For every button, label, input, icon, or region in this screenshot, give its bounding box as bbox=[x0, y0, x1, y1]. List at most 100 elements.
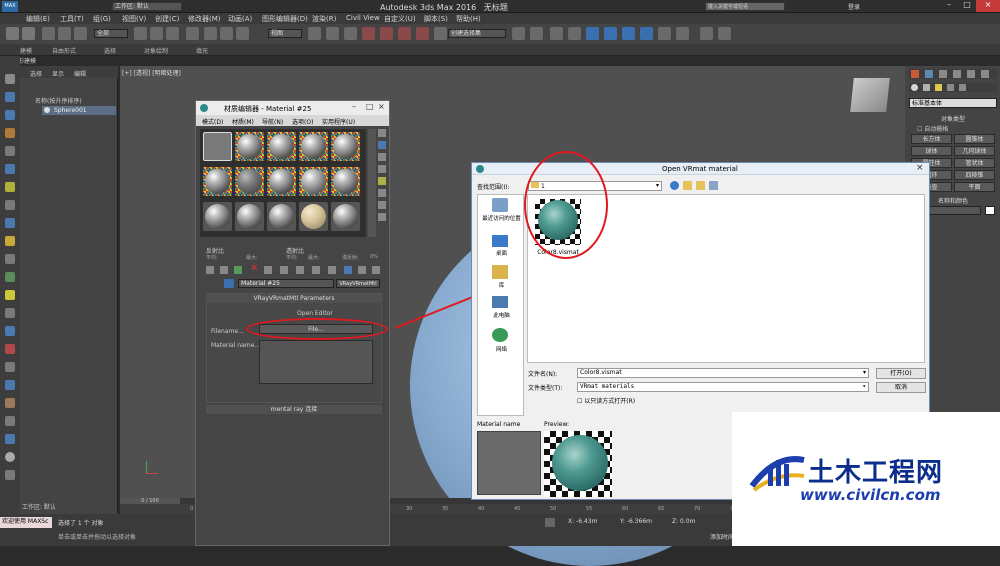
backlight-icon[interactable] bbox=[378, 141, 386, 149]
rotate-icon[interactable] bbox=[220, 27, 233, 40]
show-in-viewport-icon[interactable] bbox=[328, 266, 336, 274]
graphite-icon[interactable] bbox=[568, 27, 581, 40]
nav-recent[interactable]: 最近访问的位置 bbox=[479, 214, 524, 222]
modify-tab-icon[interactable] bbox=[925, 70, 933, 78]
me-menu-options[interactable]: 选项(O) bbox=[292, 117, 313, 126]
tool-icon[interactable] bbox=[5, 308, 15, 318]
shapes-icon[interactable] bbox=[923, 84, 930, 91]
menu-tools[interactable]: 工具(T) bbox=[60, 14, 84, 24]
cancel-button[interactable]: 取消 bbox=[876, 382, 926, 393]
tool-icon[interactable] bbox=[5, 218, 15, 228]
material-sample-slot[interactable] bbox=[267, 132, 296, 161]
motion-tab-icon[interactable] bbox=[953, 70, 961, 78]
vray-frame-icon[interactable] bbox=[718, 27, 731, 40]
nav-this-pc[interactable]: 此电脑 bbox=[479, 311, 524, 319]
libraries-icon[interactable] bbox=[492, 265, 508, 279]
menu-views[interactable]: 视图(V) bbox=[122, 14, 146, 24]
tool-icon[interactable] bbox=[5, 164, 15, 174]
scene-tab-edit[interactable]: 编辑 bbox=[74, 69, 86, 78]
app-logo[interactable]: MAX bbox=[2, 1, 18, 12]
me-menu-navigation[interactable]: 导航(N) bbox=[262, 117, 283, 126]
video-check-icon[interactable] bbox=[378, 177, 386, 185]
render-frame-icon[interactable] bbox=[658, 27, 671, 40]
tool-icon[interactable] bbox=[5, 236, 15, 246]
material-sample-slot[interactable] bbox=[331, 167, 360, 196]
tool-icon[interactable] bbox=[5, 470, 15, 480]
material-sample-slot[interactable] bbox=[267, 167, 296, 196]
go-sibling-icon[interactable] bbox=[372, 266, 380, 274]
scene-object-row[interactable]: Sphere001 bbox=[42, 106, 116, 115]
curve-editor-icon[interactable] bbox=[586, 27, 599, 40]
tool-icon[interactable] bbox=[5, 254, 15, 264]
menu-edit[interactable]: 编辑(E) bbox=[26, 14, 50, 24]
reference-coord-dropdown[interactable]: 视图 bbox=[268, 29, 302, 38]
material-id-icon[interactable] bbox=[312, 266, 320, 274]
tool-icon[interactable] bbox=[5, 200, 15, 210]
display-tab-icon[interactable] bbox=[967, 70, 975, 78]
tool-icon[interactable] bbox=[5, 452, 15, 462]
material-sample-slot[interactable] bbox=[235, 167, 264, 196]
back-icon[interactable] bbox=[670, 181, 679, 190]
scene-tab-select[interactable]: 选择 bbox=[30, 69, 42, 78]
scene-column-header[interactable]: 名称(按升序排序) bbox=[35, 96, 82, 105]
align-icon[interactable] bbox=[530, 27, 543, 40]
menu-create[interactable]: 创建(C) bbox=[155, 14, 179, 24]
snap-icon[interactable] bbox=[362, 27, 375, 40]
percent-snap-icon[interactable] bbox=[398, 27, 411, 40]
helpers-icon[interactable] bbox=[959, 84, 966, 91]
angle-snap-icon[interactable] bbox=[380, 27, 393, 40]
recent-places-icon[interactable] bbox=[492, 198, 508, 212]
nav-libraries[interactable]: 库 bbox=[479, 281, 524, 289]
get-material-icon[interactable] bbox=[206, 266, 214, 274]
minimize-button[interactable]: – bbox=[940, 0, 958, 12]
geometry-icon[interactable] bbox=[911, 84, 918, 91]
menu-rendering[interactable]: 渲染(R) bbox=[312, 14, 336, 24]
close-button[interactable]: × bbox=[976, 0, 1000, 12]
select-by-material-icon[interactable] bbox=[378, 213, 386, 221]
vray-icon[interactable] bbox=[700, 27, 713, 40]
minimize-icon[interactable]: – bbox=[352, 102, 356, 111]
menu-group[interactable]: 组(G) bbox=[93, 14, 111, 24]
sample-type-icon[interactable] bbox=[378, 129, 386, 137]
named-selection-dropdown[interactable]: 创建选择集 bbox=[448, 29, 506, 38]
coord-y[interactable]: Y: -6.366m bbox=[620, 518, 652, 525]
object-type-header[interactable]: 对象类型 bbox=[909, 114, 997, 123]
menu-help[interactable]: 帮助(H) bbox=[456, 14, 481, 24]
menu-animation[interactable]: 动画(A) bbox=[228, 14, 252, 24]
tool-icon[interactable] bbox=[5, 380, 15, 390]
tool-icon[interactable] bbox=[5, 92, 15, 102]
material-sample-slot[interactable] bbox=[203, 202, 232, 231]
object-color-swatch[interactable] bbox=[985, 206, 995, 215]
material-sample-slot[interactable] bbox=[299, 167, 328, 196]
filename-input[interactable]: Color8.vismat ▾ bbox=[577, 368, 869, 378]
scene-tab-display[interactable]: 显示 bbox=[52, 69, 64, 78]
keyboard-shortcut-icon[interactable] bbox=[344, 27, 357, 40]
tool-icon[interactable] bbox=[5, 146, 15, 156]
view-menu-icon[interactable] bbox=[709, 181, 718, 190]
create-tab-icon[interactable] bbox=[911, 70, 919, 78]
menu-graph-editors[interactable]: 图形编辑器(D) bbox=[262, 14, 308, 24]
unlink-icon[interactable] bbox=[58, 27, 71, 40]
autogrid-checkbox[interactable]: ☐ 自动栅格 bbox=[917, 124, 948, 133]
box-button[interactable]: 长方体 bbox=[911, 134, 952, 144]
material-sample-slot[interactable] bbox=[267, 202, 296, 231]
tool-icon[interactable] bbox=[5, 182, 15, 192]
pyramid-button[interactable]: 四棱锥 bbox=[954, 170, 995, 180]
plane-button[interactable]: 平面 bbox=[954, 182, 995, 192]
rollout-header[interactable]: VRayVRmatMtl Parameters bbox=[207, 294, 381, 303]
lock-icon[interactable] bbox=[545, 518, 555, 527]
material-sample-slot[interactable] bbox=[331, 132, 360, 161]
material-editor-icon[interactable] bbox=[622, 27, 635, 40]
up-folder-icon[interactable] bbox=[683, 181, 692, 190]
tool-icon[interactable] bbox=[5, 362, 15, 372]
geosphere-button[interactable]: 几何球体 bbox=[954, 146, 995, 156]
close-icon[interactable]: × bbox=[916, 163, 924, 173]
readonly-checkbox[interactable]: ☐ 以只读方式打开(R) bbox=[577, 396, 635, 405]
network-icon[interactable] bbox=[492, 328, 508, 342]
open-editor-button[interactable]: Open Editor bbox=[297, 310, 333, 317]
selection-filter-dropdown[interactable]: 全部 bbox=[94, 29, 128, 38]
nav-desktop[interactable]: 桌面 bbox=[479, 249, 524, 257]
cameras-icon[interactable] bbox=[947, 84, 954, 91]
ribbon-tab-modeling[interactable]: 建模 bbox=[20, 46, 32, 55]
tool-icon[interactable] bbox=[5, 326, 15, 336]
